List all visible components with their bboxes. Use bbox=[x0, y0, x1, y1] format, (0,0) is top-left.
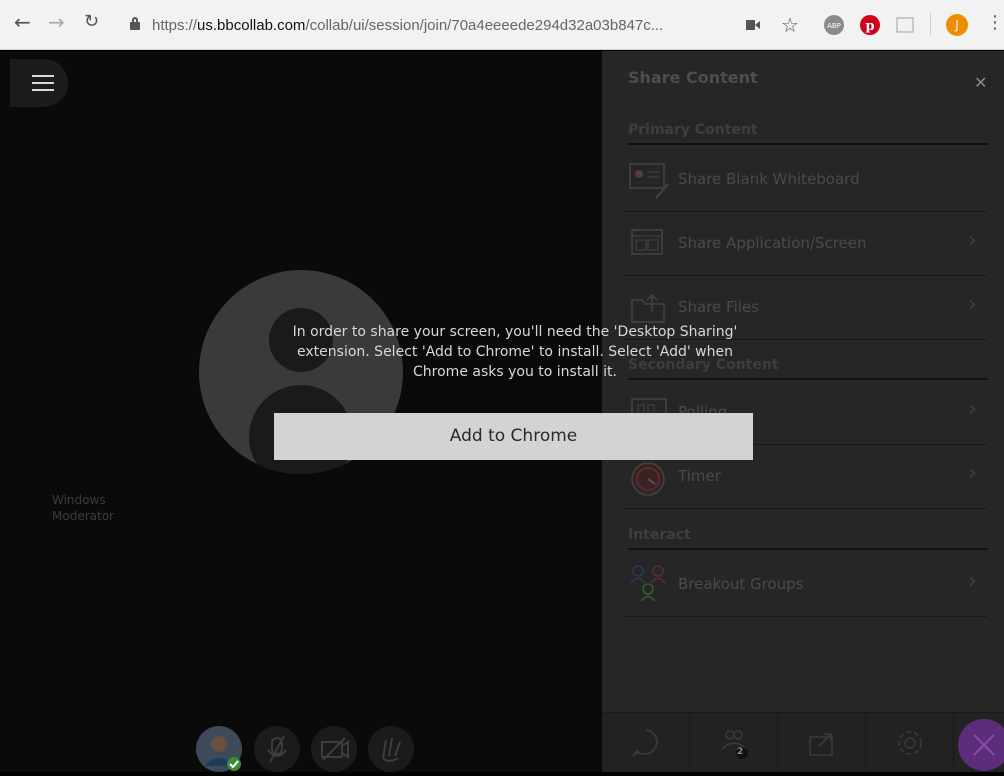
item-label: Timer bbox=[678, 467, 721, 485]
settings-button[interactable] bbox=[866, 713, 954, 773]
extension-icon[interactable] bbox=[896, 17, 914, 33]
camera-icon[interactable] bbox=[746, 20, 760, 30]
share-icon bbox=[809, 733, 833, 756]
screen-window-icon bbox=[631, 229, 663, 255]
adblock-icon[interactable]: ABP bbox=[824, 15, 844, 35]
panel-title: Share Content bbox=[628, 68, 758, 87]
svg-text:ABP: ABP bbox=[827, 22, 841, 30]
video-stage: Windows Moderator bbox=[0, 51, 602, 772]
camera-button[interactable] bbox=[311, 726, 357, 772]
lock-icon bbox=[130, 17, 140, 30]
section-heading-interact: Interact bbox=[628, 527, 988, 550]
close-icon[interactable]: ✕ bbox=[974, 73, 987, 92]
chat-button[interactable] bbox=[602, 713, 690, 773]
profile-initial: J bbox=[955, 18, 959, 32]
participant-label: Windows Moderator bbox=[52, 492, 114, 524]
share-content-panel: Share Content ✕ Primary Content Share Bl… bbox=[602, 51, 1004, 773]
timer-icon bbox=[631, 462, 665, 496]
raise-hand-button[interactable] bbox=[368, 726, 414, 772]
share-whiteboard-item[interactable]: Share Blank Whiteboard bbox=[622, 148, 988, 212]
forward-icon[interactable]: → bbox=[48, 10, 65, 34]
breakout-groups-icon bbox=[630, 565, 666, 602]
more-menu-icon[interactable]: ⋮ bbox=[986, 12, 1004, 33]
chat-bubble-icon bbox=[632, 729, 658, 757]
url-scheme: https:// bbox=[152, 17, 198, 34]
close-icon bbox=[973, 734, 995, 756]
chevron-right-icon: › bbox=[968, 461, 977, 486]
close-panel-button[interactable] bbox=[958, 719, 1004, 771]
attendees-icon bbox=[721, 730, 748, 759]
my-avatar-button[interactable] bbox=[196, 726, 242, 772]
camera-off-icon bbox=[321, 737, 349, 761]
reload-icon[interactable]: ↻ bbox=[84, 10, 99, 34]
item-label: Share Blank Whiteboard bbox=[678, 170, 860, 188]
item-label: Share Files bbox=[678, 298, 759, 316]
panel-footer-bar: 2 bbox=[602, 712, 1004, 773]
bookmark-star-icon[interactable]: ☆ bbox=[781, 13, 799, 37]
menu-icon bbox=[32, 75, 54, 77]
chevron-right-icon: › bbox=[968, 228, 977, 253]
gear-icon bbox=[898, 731, 922, 755]
menu-icon-bar bbox=[32, 89, 54, 91]
participant-role: Moderator bbox=[52, 509, 114, 523]
attendees-button[interactable]: 2 bbox=[690, 713, 778, 773]
item-label: Share Application/Screen bbox=[678, 234, 867, 252]
chevron-right-icon: › bbox=[968, 397, 977, 422]
share-content-button[interactable] bbox=[778, 713, 866, 773]
participant-name: Windows bbox=[52, 493, 106, 507]
item-label: Breakout Groups bbox=[678, 575, 804, 593]
section-heading-primary: Primary Content bbox=[628, 122, 988, 145]
session-menu-button[interactable] bbox=[10, 59, 68, 107]
attendees-count-badge: 2 bbox=[737, 747, 744, 757]
chevron-right-icon: › bbox=[968, 292, 977, 317]
add-to-chrome-button[interactable]: Add to Chrome bbox=[274, 413, 753, 460]
toolbar-divider bbox=[930, 13, 931, 35]
chevron-right-icon: › bbox=[968, 569, 977, 594]
mic-off-icon bbox=[267, 735, 287, 763]
microphone-button[interactable] bbox=[254, 726, 300, 772]
menu-icon-bar bbox=[32, 82, 54, 84]
address-bar[interactable]: https://us.bbcollab.com/collab/ui/sessio… bbox=[130, 13, 820, 39]
svg-text:p: p bbox=[865, 19, 874, 34]
hand-icon bbox=[382, 737, 401, 762]
breakout-groups-item[interactable]: Breakout Groups › bbox=[622, 553, 988, 617]
share-application-screen-item[interactable]: Share Application/Screen › bbox=[622, 212, 988, 276]
user-photo-icon bbox=[204, 736, 241, 771]
desktop-sharing-message: In order to share your screen, you'll ne… bbox=[292, 324, 738, 380]
url-host: us.bbcollab.com bbox=[197, 17, 306, 34]
url-path: /collab/ui/session/join/70a4eeeede294d32… bbox=[305, 17, 664, 34]
whiteboard-icon bbox=[629, 163, 669, 199]
pinterest-icon[interactable]: p bbox=[860, 15, 880, 35]
back-icon[interactable]: ← bbox=[14, 10, 31, 34]
profile-avatar[interactable]: J bbox=[946, 14, 968, 36]
browser-toolbar: ← → ↻ https://us.bbcollab.com/collab/ui/… bbox=[0, 0, 1004, 50]
